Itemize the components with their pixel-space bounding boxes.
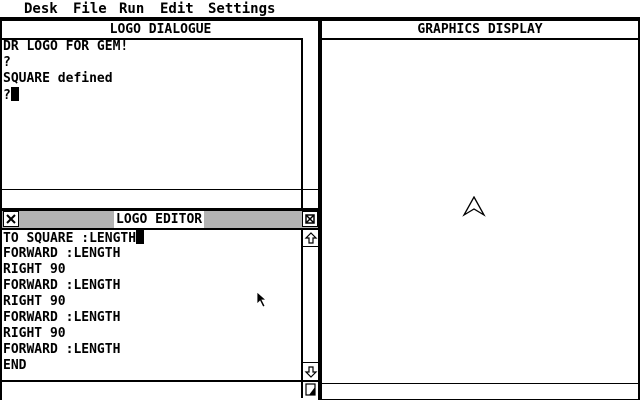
dialogue-line: ? [3, 55, 11, 70]
editor-line: FORWARD :LENGTH [3, 246, 121, 261]
editor-line: END [3, 358, 27, 373]
logo-editor-window: LOGO EDITOR TO SQUARE :LENGTH FORWARD :L… [0, 209, 321, 400]
menu-bar: Desk File Run Edit Settings [0, 0, 640, 19]
text-cursor [10, 87, 19, 101]
logo-dialogue-window: LOGO DIALOGUE DR LOGO FOR GEM! ? SQUARE … [0, 19, 321, 209]
desktop-screen: Desk File Run Edit Settings LOGO DIALOGU… [0, 0, 640, 400]
scroll-divider [301, 190, 303, 208]
editor-line: RIGHT 90 [3, 262, 66, 277]
dialogue-line: SQUARE defined [3, 71, 113, 86]
menu-file[interactable]: File [73, 1, 107, 17]
editor-line: TO SQUARE :LENGTH [3, 230, 145, 246]
editor-line: FORWARD :LENGTH [3, 342, 121, 357]
menu-run[interactable]: Run [119, 1, 144, 17]
editor-line: RIGHT 90 [3, 326, 66, 341]
graphics-canvas[interactable] [322, 38, 638, 383]
editor-line: FORWARD :LENGTH [3, 310, 121, 325]
dialogue-prompt: ? [3, 88, 11, 103]
turtle-arrow-icon [462, 196, 486, 217]
scroll-down-arrow-icon[interactable] [303, 362, 319, 380]
text-cursor [136, 230, 145, 244]
menu-desk[interactable]: Desk [24, 1, 58, 17]
editor-title: LOGO EDITOR [114, 211, 205, 228]
editor-line: RIGHT 90 [3, 294, 66, 309]
dialogue-title: LOGO DIALOGUE [2, 21, 319, 38]
editor-line-text: TO SQUARE :LENGTH [3, 231, 137, 246]
graphics-display-window: GRAPHICS DISPLAY [320, 19, 640, 400]
graphics-title: GRAPHICS DISPLAY [322, 21, 638, 38]
dialogue-horizontal-scrollbar[interactable] [2, 189, 319, 208]
graphics-bottom-bar [322, 383, 638, 399]
editor-horizontal-scrollbar[interactable] [2, 380, 319, 400]
dialogue-prompt-line: ? [3, 87, 19, 103]
editor-title-bar[interactable]: LOGO EDITOR [2, 211, 319, 230]
mouse-pointer-icon [256, 291, 268, 308]
dialogue-text-area[interactable]: DR LOGO FOR GEM! ? SQUARE defined ? [2, 38, 302, 189]
size-box-icon[interactable] [303, 382, 319, 398]
dialogue-line: DR LOGO FOR GEM! [3, 39, 129, 54]
fuller-box-icon[interactable] [302, 211, 318, 227]
close-box-icon[interactable] [3, 211, 19, 227]
editor-line: FORWARD :LENGTH [3, 278, 121, 293]
menu-settings[interactable]: Settings [208, 1, 275, 17]
scroll-up-arrow-icon[interactable] [303, 230, 319, 247]
menu-edit[interactable]: Edit [160, 1, 194, 17]
